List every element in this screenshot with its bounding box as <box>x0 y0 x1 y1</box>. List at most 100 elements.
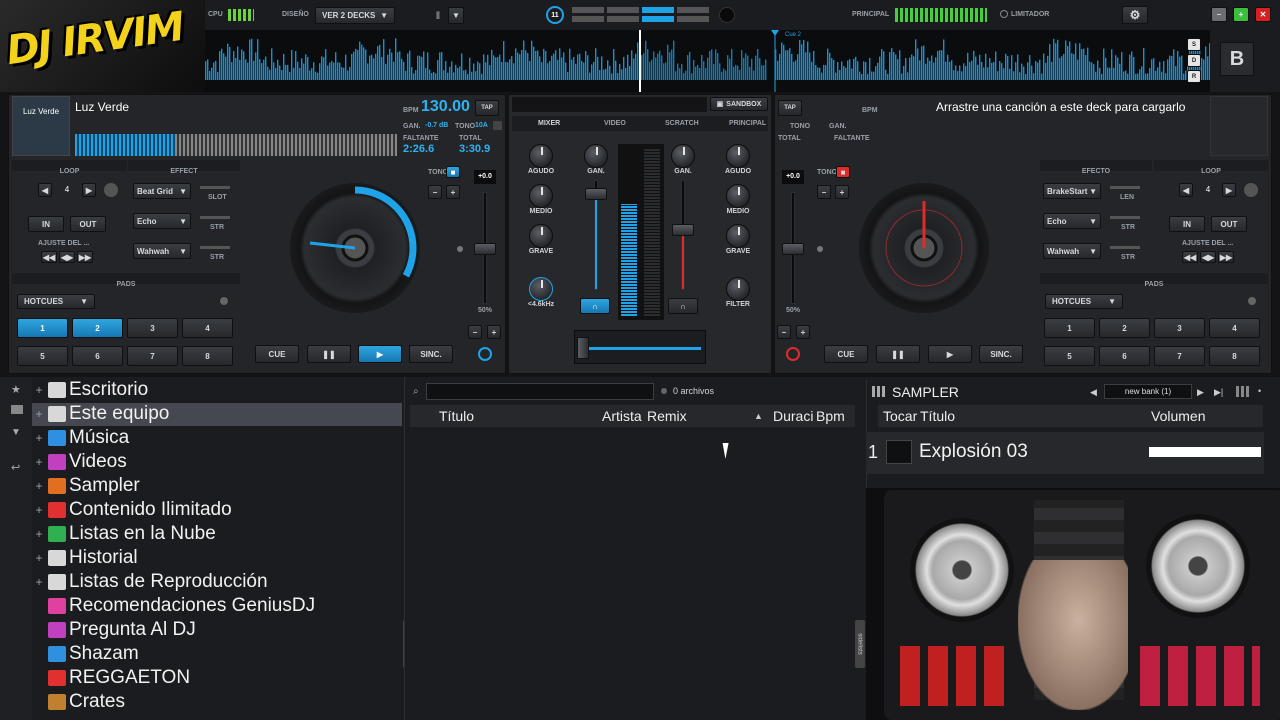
tree-item[interactable]: + Historial <box>34 546 137 570</box>
column-artist[interactable]: Artista <box>602 408 642 424</box>
sampler-menu-icon[interactable]: • <box>1258 386 1261 396</box>
eq-low-knob-right[interactable] <box>726 224 750 248</box>
waveform-mode-dropdown[interactable]: ▼ <box>448 7 464 24</box>
tree-item[interactable]: + Videos <box>34 450 126 474</box>
tree-item[interactable]: + Este equipo <box>34 402 169 426</box>
play-button-right[interactable]: ▶ <box>928 345 972 363</box>
deck-left-select-icon[interactable] <box>478 347 492 361</box>
hotcue-pad-1[interactable]: 1 <box>1044 318 1095 338</box>
hotcue-pad-3[interactable]: 3 <box>127 318 178 338</box>
tree-item[interactable]: Crates <box>34 690 125 714</box>
tree-item[interactable]: + Listas de Reproducción <box>34 570 267 594</box>
sampler-grid-icon[interactable] <box>872 386 886 397</box>
adjust-mid-button-right[interactable]: ◀▶ <box>1200 251 1216 263</box>
layout-buttons[interactable] <box>572 7 710 23</box>
deck-right-select-icon[interactable] <box>786 347 800 361</box>
headphone-button-left[interactable]: ∩ <box>580 298 610 314</box>
gain-knob-left[interactable] <box>584 144 608 168</box>
side-button-d[interactable]: D <box>1187 54 1201 67</box>
deck-left-mini-waveform[interactable] <box>75 134 397 156</box>
eq-high-knob-left[interactable] <box>529 144 553 168</box>
crossfader-circle[interactable]: 11 <box>546 6 564 24</box>
expand-icon[interactable]: + <box>34 383 44 397</box>
column-title[interactable]: Título <box>439 408 474 424</box>
sidelist-tab[interactable]: sidelists <box>855 620 865 668</box>
loop-out-button-right[interactable]: OUT <box>1211 216 1247 232</box>
filter-knob-right[interactable] <box>726 277 750 301</box>
effect-2-dropdown-right[interactable]: Echo ▼ <box>1043 213 1101 229</box>
tab-mixer[interactable]: MIXER <box>538 120 560 127</box>
play-button[interactable]: ▶ <box>358 345 402 363</box>
expand-icon[interactable]: + <box>34 503 44 517</box>
expand-icon[interactable]: + <box>34 479 44 493</box>
minimize-button[interactable]: − <box>1211 7 1227 22</box>
expand-icon[interactable]: + <box>34 431 44 445</box>
search-icon[interactable]: ⌕ <box>413 386 419 397</box>
tree-item[interactable]: + Escritorio <box>34 378 148 402</box>
column-remix[interactable]: Remix <box>647 408 687 424</box>
tree-item[interactable]: + Listas en la Nube <box>34 522 215 546</box>
volume-handle-left[interactable] <box>585 188 607 200</box>
back-icon[interactable]: ↩ <box>11 461 20 474</box>
volume-handle-right[interactable] <box>672 224 694 236</box>
crossfader[interactable] <box>574 330 706 364</box>
maximize-button[interactable]: + <box>1233 7 1249 22</box>
jog-wheel-right[interactable] <box>859 183 989 313</box>
side-button-r[interactable]: R <box>1187 70 1201 83</box>
tap-button-right[interactable]: TAP <box>778 100 802 116</box>
sandbox-button[interactable]: ▣ SANDBOX <box>710 97 768 111</box>
hotcue-pad-8[interactable]: 8 <box>1209 346 1260 366</box>
effect-3-dropdown-right[interactable]: Wahwah ▼ <box>1043 243 1101 259</box>
pitch-plus-button-right[interactable]: + <box>835 185 849 199</box>
effect-2-slider-right[interactable] <box>1110 216 1140 219</box>
side-button-s[interactable]: S <box>1187 38 1201 51</box>
pause-button-right[interactable]: ❚❚ <box>876 345 920 363</box>
effect-3-dropdown[interactable]: Wahwah ▼ <box>133 243 191 259</box>
tab-principal[interactable]: PRINCIPAL <box>729 120 766 127</box>
close-button[interactable]: ✕ <box>1255 7 1271 22</box>
pitch-handle[interactable] <box>474 243 496 255</box>
hotcue-pad-1[interactable]: 1 <box>17 318 68 338</box>
sampler-layout-icon[interactable] <box>1236 386 1250 397</box>
waveform-overview[interactable]: Cue 2 <box>205 30 1210 92</box>
tree-item[interactable]: + Música <box>34 426 129 450</box>
bank-next-icon[interactable]: ▶ <box>1197 387 1204 398</box>
key-lock-button[interactable]: ■ <box>446 166 460 178</box>
pads-mode-dropdown-right[interactable]: HOTCUES ▼ <box>1045 294 1123 309</box>
sampler-volume-bar[interactable] <box>1149 447 1261 457</box>
cue-button[interactable]: CUE <box>255 345 299 363</box>
hotcue-pad-7[interactable]: 7 <box>1154 346 1205 366</box>
hotcue-pad-3[interactable]: 3 <box>1154 318 1205 338</box>
effect-1-dropdown[interactable]: Beat Grid ▼ <box>133 183 191 199</box>
effect-3-slider-right[interactable] <box>1110 246 1140 249</box>
hotcue-pad-5[interactable]: 5 <box>1044 346 1095 366</box>
pads-settings-icon-right[interactable] <box>1248 297 1256 305</box>
adjust-fwd-button-right[interactable]: ▶▶ <box>1218 251 1234 263</box>
expand-icon[interactable]: + <box>34 407 44 421</box>
power-icon[interactable] <box>1000 10 1008 18</box>
filter-knob-left[interactable] <box>529 277 553 301</box>
tree-item[interactable]: Shazam <box>34 642 139 666</box>
tree-item[interactable]: + Contenido Ilimitado <box>34 498 231 522</box>
search-input[interactable] <box>426 383 654 400</box>
hotcue-pad-2[interactable]: 2 <box>72 318 123 338</box>
crossfader-handle[interactable] <box>577 337 589 359</box>
loop-in-button-right[interactable]: IN <box>1169 216 1205 232</box>
pitch-handle-right[interactable] <box>782 243 804 255</box>
waveform-mode-button[interactable]: ⫼ <box>428 7 448 24</box>
pitch-range-plus-right[interactable]: + <box>796 325 810 339</box>
eq-high-knob-right[interactable] <box>726 144 750 168</box>
hotcue-pad-7[interactable]: 7 <box>127 346 178 366</box>
cue-button-right[interactable]: CUE <box>824 345 868 363</box>
loop-next-button-right[interactable]: ▶ <box>1222 183 1236 197</box>
pads-settings-icon[interactable] <box>220 297 228 305</box>
loop-in-button[interactable]: IN <box>28 216 64 232</box>
effect-1-slider-right[interactable] <box>1110 186 1140 189</box>
adjust-back-button[interactable]: ◀◀ <box>41 251 57 263</box>
hotcue-pad-6[interactable]: 6 <box>1099 346 1150 366</box>
jog-wheel-left[interactable] <box>290 183 420 313</box>
pitch-range-minus-right[interactable]: − <box>777 325 791 339</box>
expand-icon[interactable]: + <box>34 455 44 469</box>
loop-settings-icon[interactable] <box>104 183 118 197</box>
adjust-fwd-button[interactable]: ▶▶ <box>77 251 93 263</box>
